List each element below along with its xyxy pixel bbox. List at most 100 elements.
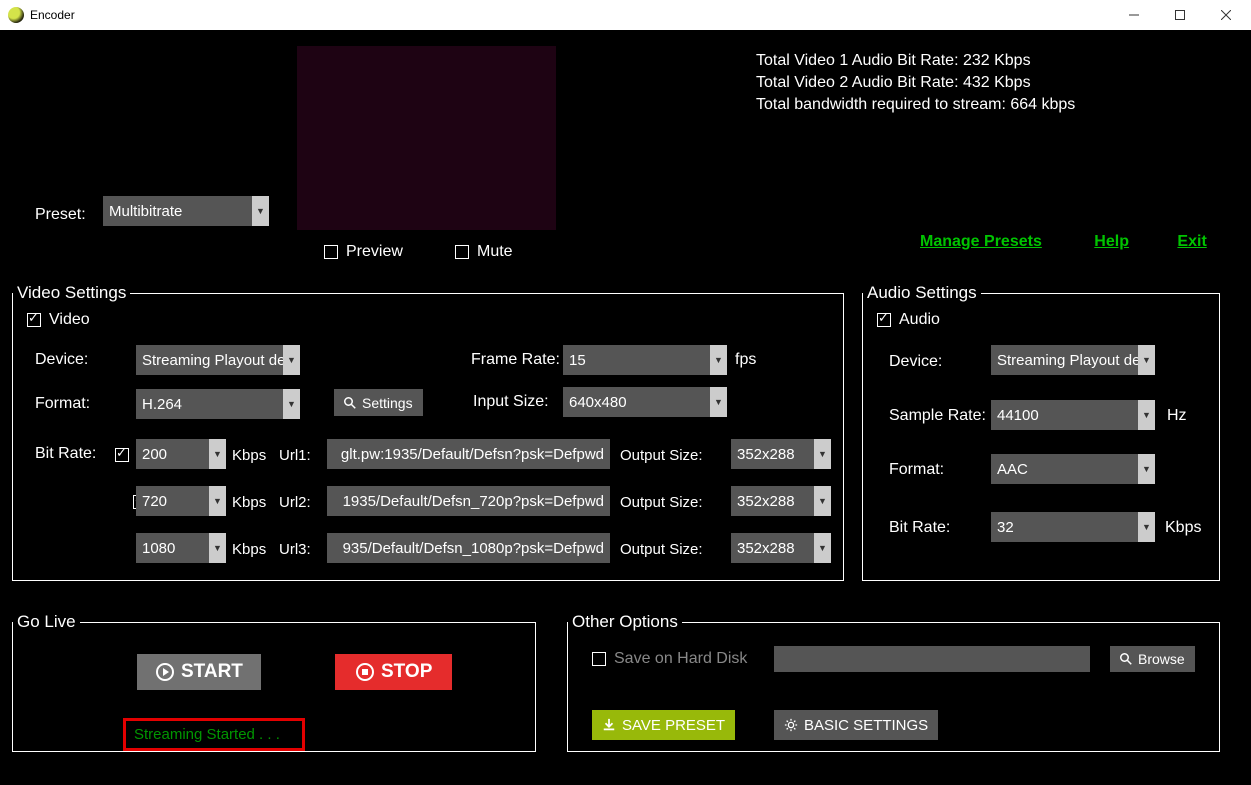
input-size-value: 640x480 [569,394,627,411]
bitrate-row-1-checkbox[interactable] [115,448,129,462]
out1-label: Output Size: [620,447,703,464]
browse-button[interactable]: Browse [1110,646,1195,672]
audio-format-value: AAC [997,461,1028,478]
bitrate-2-unit: Kbps [232,494,266,511]
out1-select[interactable]: 352x288 ▼ [731,439,831,469]
video-device-select[interactable]: Streaming Playout de ▼ [136,345,300,375]
chevron-down-icon: ▼ [252,196,269,226]
window-title: Encoder [30,8,75,22]
play-icon [155,662,175,682]
audio-format-select[interactable]: AAC ▼ [991,454,1155,484]
url1-value: glt.pw:1935/Default/Defsn?psk=Defpwd [341,446,604,463]
audio-bitrate-value: 32 [997,519,1014,536]
video-enable-checkbox[interactable] [27,313,41,327]
close-icon [1221,10,1231,20]
video-format-select[interactable]: H.264 ▼ [136,389,300,419]
preset-value: Multibitrate [109,203,182,220]
maximize-button[interactable] [1157,0,1203,30]
out3-label: Output Size: [620,541,703,558]
minimize-icon [1129,10,1139,20]
frame-rate-value: 15 [569,352,586,369]
bitrate-1-select[interactable]: 200 ▼ [136,439,226,469]
stop-button[interactable]: STOP [335,654,452,690]
chevron-down-icon: ▼ [1138,400,1155,430]
save-disk-checkbox[interactable] [592,652,606,666]
manage-presets-link[interactable]: Manage Presets [920,233,1042,250]
bitrate-2-value: 720 [142,493,167,510]
save-path-input[interactable] [774,646,1090,672]
close-button[interactable] [1203,0,1249,30]
out3-value: 352x288 [737,540,795,557]
input-size-select[interactable]: 640x480 ▼ [563,387,727,417]
url3-input[interactable]: 935/Default/Defsn_1080p?psk=Defpwd [327,533,610,563]
bitrate-3-select[interactable]: 1080 ▼ [136,533,226,563]
go-live-group: Go Live START STOP Streaming Started . .… [12,612,536,752]
url2-label: Url2: [279,494,311,511]
url3-value: 935/Default/Defsn_1080p?psk=Defpwd [343,540,604,557]
status-line-2: Total Video 2 Audio Bit Rate: 432 Kbps [756,72,1075,94]
audio-format-label: Format: [889,461,944,479]
download-icon [602,718,616,732]
url2-input[interactable]: 1935/Default/Defsn_720p?psk=Defpwd [327,486,610,516]
bitrate-3-unit: Kbps [232,541,266,558]
go-live-legend: Go Live [13,612,80,632]
search-icon [1120,653,1132,665]
video-format-value: H.264 [142,396,182,413]
out2-value: 352x288 [737,493,795,510]
url1-label: Url1: [279,447,311,464]
audio-bitrate-select[interactable]: 32 ▼ [991,512,1155,542]
video-preview [297,46,556,230]
input-size-label: Input Size: [473,393,549,411]
video-enable-label: Video [49,311,90,329]
mute-checkbox[interactable] [455,245,469,259]
bitrate-1-value: 200 [142,446,167,463]
chevron-down-icon: ▼ [283,389,300,419]
audio-legend: Audio Settings [863,283,981,303]
out2-label: Output Size: [620,494,703,511]
video-device-value: Streaming Playout de [142,352,285,369]
gear-icon [784,718,798,732]
basic-settings-label: BASIC SETTINGS [804,717,928,734]
sample-rate-unit: Hz [1167,407,1187,425]
browse-label: Browse [1138,651,1185,667]
header-links: Manage Presets Help Exit [920,233,1207,251]
help-link[interactable]: Help [1094,233,1129,250]
chevron-down-icon: ▼ [1138,345,1155,375]
audio-bitrate-label: Bit Rate: [889,519,950,537]
out3-select[interactable]: 352x288 ▼ [731,533,831,563]
start-button[interactable]: START [137,654,261,690]
stop-label: STOP [381,661,432,683]
basic-settings-button[interactable]: BASIC SETTINGS [774,710,938,740]
chevron-down-icon: ▼ [209,486,226,516]
save-preset-label: SAVE PRESET [622,717,725,734]
chevron-down-icon: ▼ [814,439,831,469]
video-settings-button[interactable]: Settings [334,389,423,416]
chevron-down-icon: ▼ [814,486,831,516]
out1-value: 352x288 [737,446,795,463]
exit-link[interactable]: Exit [1177,233,1206,250]
audio-enable-checkbox[interactable] [877,313,891,327]
save-preset-button[interactable]: SAVE PRESET [592,710,735,740]
audio-device-value: Streaming Playout de [997,352,1140,369]
frame-rate-select[interactable]: 15 ▼ [563,345,727,375]
sample-rate-value: 44100 [997,407,1039,424]
bitrate-2-select[interactable]: 720 ▼ [136,486,226,516]
out2-select[interactable]: 352x288 ▼ [731,486,831,516]
preset-select[interactable]: Multibitrate ▼ [103,196,269,226]
preview-checkbox[interactable] [324,245,338,259]
titlebar: Encoder [0,0,1251,30]
video-settings-group: Video Settings Video Device: Streaming P… [12,283,844,581]
url1-input[interactable]: glt.pw:1935/Default/Defsn?psk=Defpwd [327,439,610,469]
video-format-label: Format: [35,395,90,413]
chevron-down-icon: ▼ [1138,454,1155,484]
mute-checkbox-row: Mute [455,243,513,261]
chevron-down-icon: ▼ [209,533,226,563]
other-options-group: Other Options Save on Hard Disk Browse S… [567,612,1220,752]
minimize-button[interactable] [1111,0,1157,30]
chevron-down-icon: ▼ [710,387,727,417]
url3-label: Url3: [279,541,311,558]
frame-rate-label: Frame Rate: [471,351,560,369]
sample-rate-select[interactable]: 44100 ▼ [991,400,1155,430]
chevron-down-icon: ▼ [283,345,300,375]
audio-device-select[interactable]: Streaming Playout de ▼ [991,345,1155,375]
